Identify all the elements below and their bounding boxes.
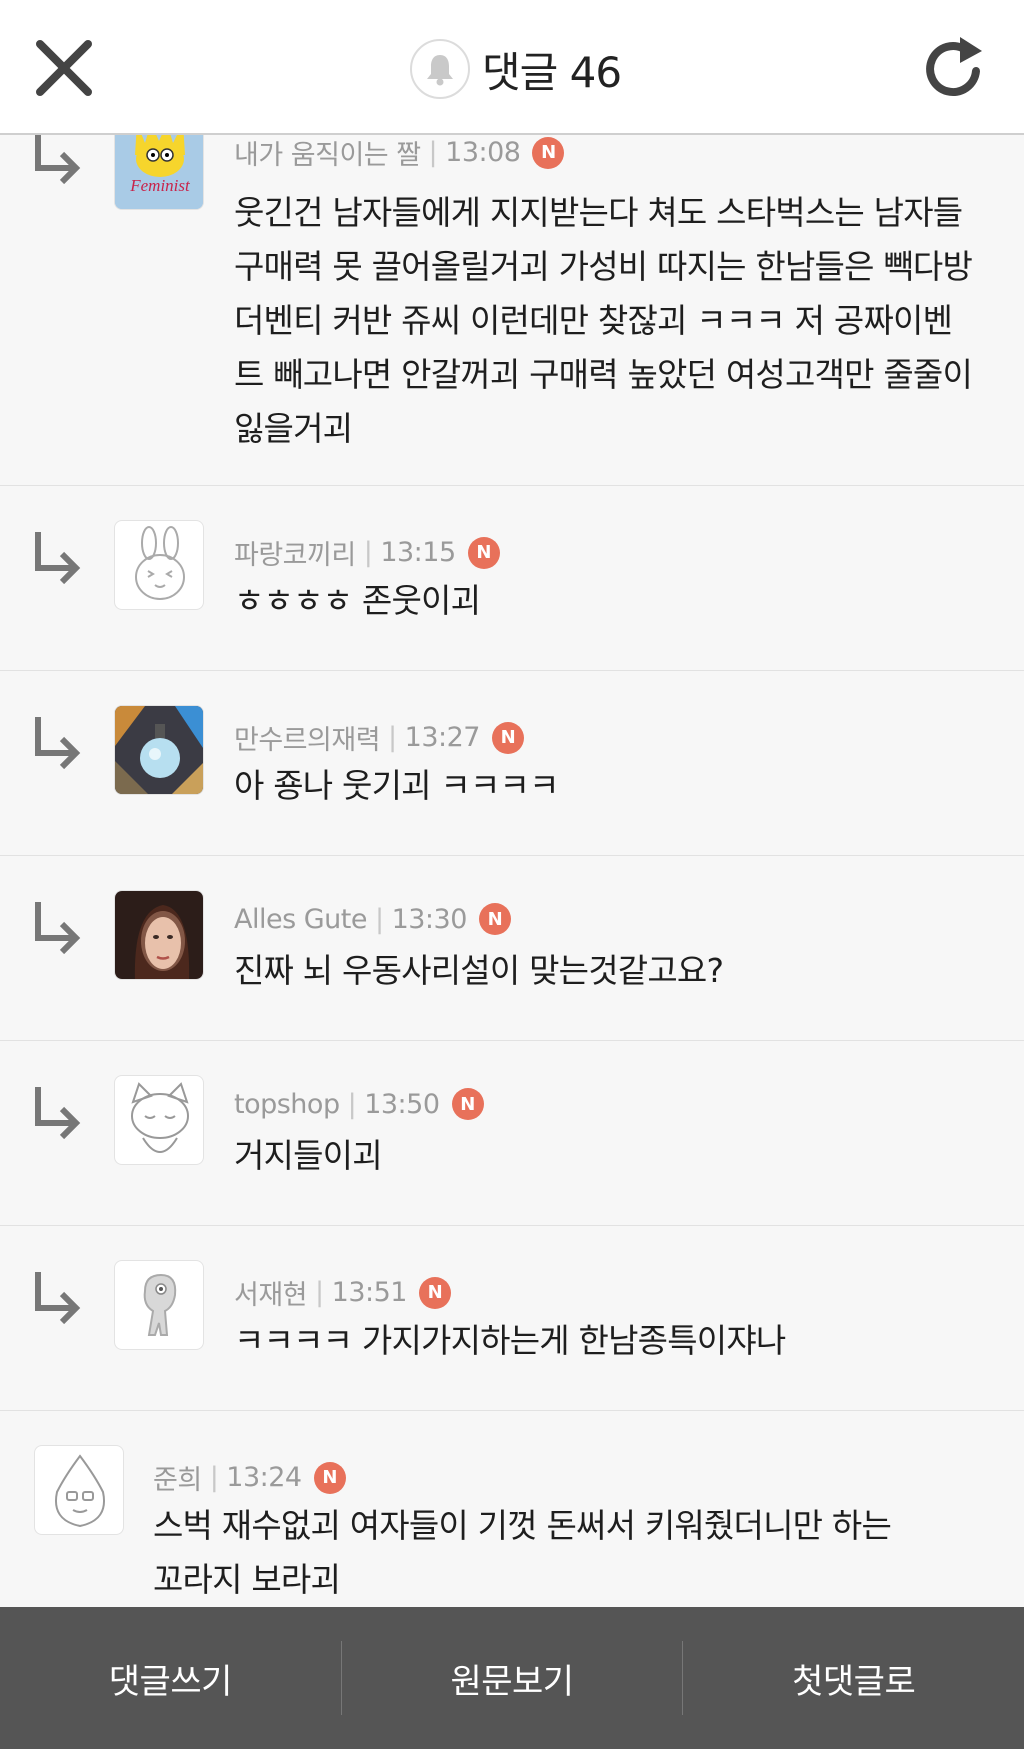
comment-item: 만수르의재력 | 13:27 N 아 죵나 웃기괴 ㅋㅋㅋㅋ	[0, 671, 1024, 856]
reply-arrow-icon	[35, 532, 81, 584]
comment-body: ㅎㅎㅎㅎ 존웃이괴	[234, 581, 481, 620]
comment-item: 준희 | 13:24 N 스벅 재수없괴 여자들이 기껏 돈써서 키워줬더니만 …	[0, 1411, 1024, 1607]
meta-separator: |	[347, 1088, 357, 1120]
comment-time: 13:24	[226, 1462, 302, 1493]
reply-arrow-icon	[35, 902, 81, 954]
comment-time: 13:51	[331, 1277, 408, 1308]
comment-time: 13:08	[445, 137, 521, 168]
new-badge: N	[467, 536, 500, 569]
new-badge: N	[491, 721, 524, 754]
comment-time: 13:15	[380, 537, 456, 568]
comment-time: 13:27	[404, 722, 481, 753]
comment-author[interactable]: Alles Gute	[234, 904, 367, 935]
comment-meta: Alles Gute | 13:30 N	[234, 903, 511, 935]
comment-body: 진짜 뇌 우동사리설이 맞는것같고요?	[234, 951, 724, 990]
comment-item: Feminist 내가 움직이는 짤 | 13:08 N 웃긴건 남자들에게 지…	[0, 135, 1024, 486]
comment-body: ㅋㅋㅋㅋ 가지가지하는게 한남종특이쟈나	[234, 1321, 786, 1360]
comment-body: 아 죵나 웃기괴 ㅋㅋㅋㅋ	[234, 766, 559, 805]
page-title: 댓글 46	[482, 47, 622, 97]
comment-author[interactable]: 내가 움직이는 짤	[234, 135, 421, 172]
meta-separator: |	[315, 1277, 324, 1308]
reply-arrow-icon	[35, 1272, 81, 1324]
reply-arrow-icon	[35, 135, 81, 184]
first-comment-button[interactable]: 첫댓글로	[683, 1607, 1024, 1749]
comment-item: topshop | 13:50 N 거지들이괴	[0, 1041, 1024, 1226]
comment-author[interactable]: topshop	[234, 1089, 340, 1120]
comment-item: Alles Gute | 13:30 N 진짜 뇌 우동사리설이 맞는것같고요?	[0, 856, 1024, 1041]
new-badge: N	[418, 1276, 451, 1309]
comment-author[interactable]: 만수르의재력	[234, 718, 381, 757]
meta-separator: |	[428, 137, 438, 168]
comment-list[interactable]: Feminist 내가 움직이는 짤 | 13:08 N 웃긴건 남자들에게 지…	[0, 135, 1024, 1607]
comment-body: 웃긴건 남자들에게 지지받는다 쳐도 스타벅스는 남자들 구매력 못 끌어올릴거…	[234, 193, 973, 448]
character-avatar[interactable]	[114, 1260, 204, 1350]
comment-time: 13:30	[391, 903, 468, 935]
comment-item: 서재현 | 13:51 N ㅋㅋㅋㅋ 가지가지하는게 한남종특이쟈나	[0, 1226, 1024, 1411]
comment-meta: 서재현 | 13:51 N	[234, 1273, 451, 1312]
comment-body: 스벅 재수없괴 여자들이 기껏 돈써서 키워줬더니만 하는 꼬라지 보라괴	[153, 1506, 892, 1599]
comment-meta: 만수르의재력 | 13:27 N	[234, 718, 524, 757]
comment-meta: 내가 움직이는 짤 | 13:08 N	[234, 135, 565, 172]
new-badge: N	[313, 1461, 346, 1494]
new-badge: N	[478, 903, 511, 935]
meta-separator: |	[388, 722, 397, 753]
comment-item: 파랑코끼리 | 13:15 N ㅎㅎㅎㅎ 존웃이괴	[0, 486, 1024, 671]
perfume-avatar[interactable]	[114, 705, 204, 795]
comment-meta: topshop | 13:50 N	[234, 1088, 484, 1120]
new-badge: N	[532, 136, 565, 169]
new-badge: N	[451, 1088, 484, 1120]
woman-portrait-avatar[interactable]	[114, 890, 204, 980]
header-title-group: 댓글 46	[410, 36, 622, 102]
close-icon[interactable]	[34, 38, 94, 98]
meta-separator: |	[209, 1462, 219, 1493]
meta-separator: |	[363, 537, 373, 568]
comment-author[interactable]: 서재현	[234, 1273, 308, 1312]
comment-time: 13:50	[364, 1088, 440, 1120]
meta-separator: |	[374, 903, 384, 935]
bell-icon[interactable]	[410, 39, 470, 99]
peach-avatar[interactable]	[34, 1445, 124, 1535]
refresh-icon[interactable]	[922, 33, 988, 103]
cat-avatar[interactable]	[114, 1075, 204, 1165]
write-comment-button[interactable]: 댓글쓰기	[0, 1607, 341, 1749]
view-original-button[interactable]: 원문보기	[342, 1607, 683, 1749]
feminist-avatar[interactable]: Feminist	[114, 135, 204, 210]
rabbit-avatar[interactable]	[114, 520, 204, 610]
comment-author[interactable]: 준희	[153, 1458, 202, 1497]
comment-meta: 준희 | 13:24 N	[153, 1458, 346, 1497]
comment-meta: 파랑코끼리 | 13:15 N	[234, 533, 500, 572]
bottom-action-bar: 댓글쓰기 원문보기 첫댓글로	[0, 1607, 1024, 1749]
comment-author[interactable]: 파랑코끼리	[234, 533, 356, 572]
feminist-avatar-text: Feminist	[129, 176, 191, 195]
reply-arrow-icon	[35, 717, 81, 769]
top-bar: 댓글 46	[0, 0, 1024, 135]
reply-arrow-icon	[35, 1087, 81, 1139]
comment-body: 거지들이괴	[234, 1136, 383, 1175]
